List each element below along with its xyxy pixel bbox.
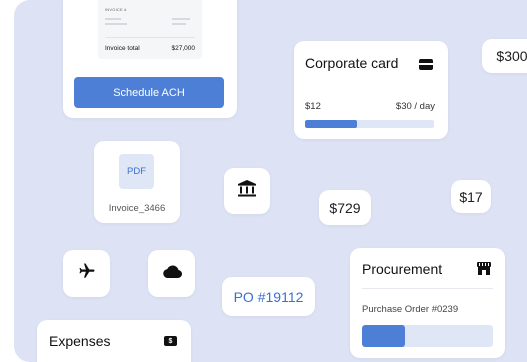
pdf-file-icon: PDF — [119, 154, 154, 189]
invoice-divider — [105, 37, 195, 38]
amount-chip-17: $17 — [451, 180, 491, 213]
cloud-icon — [162, 264, 182, 283]
corporate-card-widget: Corporate card $12 $30 / day — [294, 41, 448, 139]
amount-chip-729: $729 — [319, 190, 371, 225]
invoice-line — [172, 18, 190, 20]
corporate-card-title: Corporate card — [305, 55, 399, 71]
procurement-divider — [362, 288, 493, 289]
procurement-progress — [362, 325, 493, 347]
expenses-widget: Expenses $ — [37, 320, 191, 362]
pdf-file-card[interactable]: PDF Invoice_3466 — [94, 141, 180, 223]
bank-tile — [224, 168, 270, 214]
pdf-file-name: Invoice_3466 — [108, 203, 166, 214]
purchase-order-label: Purchase Order #0239 — [362, 304, 459, 315]
invoice-sheet: INVOICE # Invoice total $27,000 — [98, 0, 202, 59]
storefront-icon — [477, 262, 491, 280]
illustration-canvas: INVOICE # Invoice total $27,000 Schedule… — [0, 0, 527, 362]
dollar-icon: $ — [164, 336, 177, 346]
bank-icon — [238, 180, 256, 202]
travel-tile — [63, 250, 110, 297]
procurement-widget: Procurement Purchase Order #0239 — [350, 248, 505, 358]
credit-card-icon — [419, 57, 433, 75]
airplane-icon — [78, 262, 96, 285]
expenses-title: Expenses — [49, 333, 111, 349]
invoice-line — [105, 18, 121, 20]
procurement-progress-fill — [362, 325, 406, 347]
invoice-total-value: $27,000 — [171, 45, 196, 52]
card-daily-limit: $30 / day — [395, 101, 435, 112]
card-spend-progress — [305, 120, 434, 128]
invoice-line — [105, 23, 127, 25]
cloud-tile — [148, 250, 195, 297]
invoice-line — [172, 23, 186, 25]
invoice-card: INVOICE # Invoice total $27,000 Schedule… — [63, 0, 237, 118]
card-spend-progress-fill — [305, 120, 357, 128]
card-spent-amount: $12 — [305, 101, 321, 112]
po-number-chip: PO #19112 — [222, 277, 315, 316]
invoice-total-label: Invoice total — [105, 45, 140, 52]
schedule-ach-button[interactable]: Schedule ACH — [74, 77, 224, 108]
amount-chip-300: $300 — [482, 39, 527, 73]
invoice-header-label: INVOICE # — [105, 7, 127, 12]
procurement-title: Procurement — [362, 261, 443, 277]
